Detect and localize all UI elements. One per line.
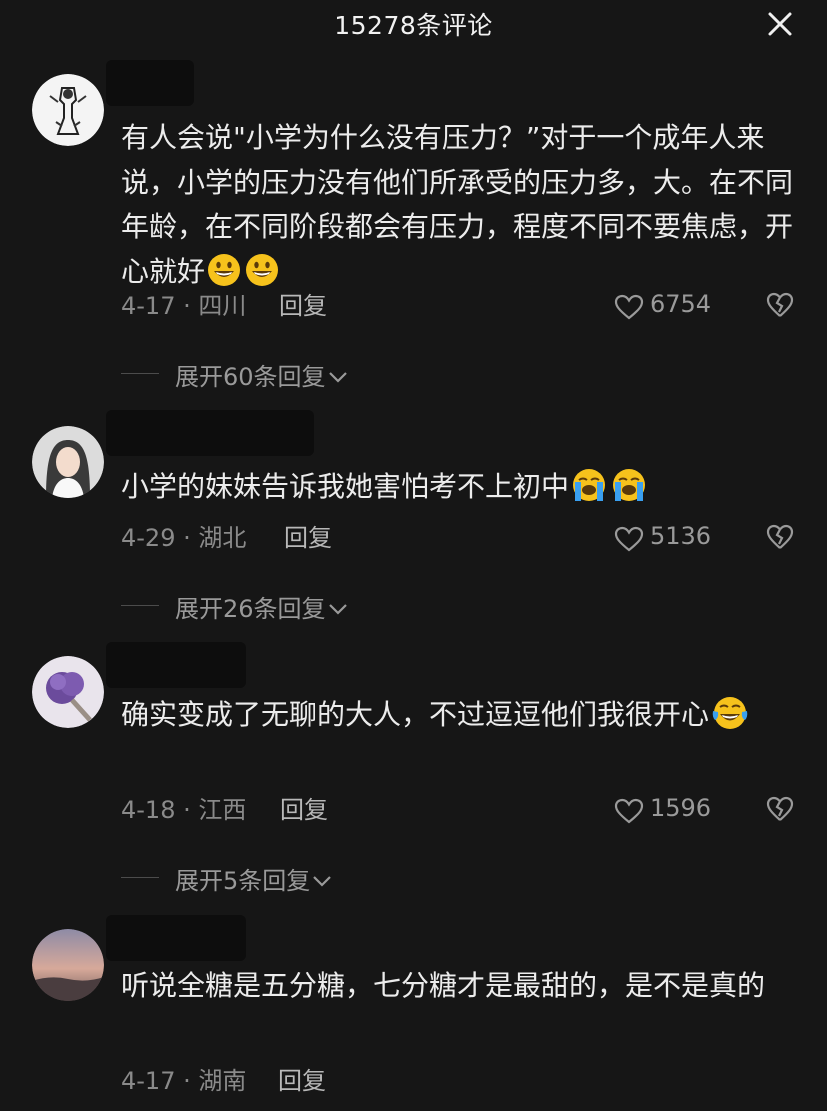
chevron-down-icon [328,372,347,383]
comment-item: 小学的妹妹告诉我她害怕考不上初中 4-29 · 湖北 回复 5136 展开26条… [0,410,827,630]
expand-replies-button[interactable]: 展开5条回复 [121,861,361,896]
chevron-down-icon [328,604,347,615]
expand-replies-label: 展开60条回复 [175,357,348,392]
reply-button[interactable]: 回复 [284,518,332,553]
grinning-face-icon [246,253,279,286]
divider-line [121,877,159,878]
avatar[interactable] [32,426,104,498]
reply-button[interactable]: 回复 [279,286,327,321]
comment-date-location: 4-17 · 湖南 [121,1067,247,1095]
comment-count-title: 15278条评论 [334,11,493,40]
like-count: 5136 [650,522,712,550]
comment-body: 确实变成了无聊的大人，不过逗逗他们我很开心 [121,698,710,731]
comment-date-location: 4-17 · 四川 [121,292,247,320]
heart-icon [614,526,644,552]
divider-line [121,605,159,606]
comment-meta: 4-17 · 湖南 回复 [121,1061,801,1095]
broken-heart-icon[interactable] [766,796,794,822]
expand-replies-button[interactable]: 展开60条回复 [121,357,381,392]
close-icon[interactable] [766,10,794,38]
heart-icon [614,798,644,824]
comment-item: 听说全糖是五分糖，七分糖才是最甜的，是不是真的 4-17 · 湖南 回复 [0,915,827,1111]
avatar[interactable] [32,74,104,146]
grinning-face-icon [208,253,241,286]
comment-item: 有人会说"小学为什么没有压力？”对于一个成年人来说，小学的压力没有他们所承受的压… [0,60,827,400]
divider-line [121,373,159,374]
expand-replies-label: 展开5条回复 [175,861,332,896]
comment-text: 听说全糖是五分糖，七分糖才是最甜的，是不是真的 [121,964,791,1009]
loudly-crying-face-icon [613,469,646,501]
comment-body: 小学的妹妹告诉我她害怕考不上初中 [121,470,570,503]
username-redacted [106,60,194,106]
loudly-crying-face-icon [573,469,606,501]
avatar[interactable] [32,929,104,1001]
broken-heart-icon[interactable] [766,524,794,550]
chevron-down-icon [313,876,332,887]
heart-icon [614,294,644,320]
reply-button[interactable]: 回复 [278,1061,326,1096]
expand-replies-text: 展开5条回复 [175,867,311,895]
comment-item: 确实变成了无聊的大人，不过逗逗他们我很开心 4-18 · 江西 回复 1596 … [0,642,827,902]
comments-header: 15278条评论 [0,0,827,50]
expand-replies-text: 展开60条回复 [175,363,326,391]
avatar[interactable] [32,656,104,728]
like-count: 6754 [650,290,712,318]
like-count: 1596 [650,794,712,822]
tears-of-joy-face-icon [712,697,748,729]
comment-body: 听说全糖是五分糖，七分糖才是最甜的，是不是真的 [121,969,766,1002]
username-redacted [106,410,314,456]
comment-date-location: 4-18 · 江西 [121,796,247,824]
comment-text: 有人会说"小学为什么没有压力？”对于一个成年人来说，小学的压力没有他们所承受的压… [121,116,801,294]
expand-replies-button[interactable]: 展开26条回复 [121,589,381,624]
reply-button[interactable]: 回复 [280,790,328,825]
comment-text: 确实变成了无聊的大人，不过逗逗他们我很开心 [121,693,781,738]
expand-replies-text: 展开26条回复 [175,595,326,623]
broken-heart-icon[interactable] [766,292,794,318]
comment-text: 小学的妹妹告诉我她害怕考不上初中 [121,465,801,510]
username-redacted [106,915,246,961]
comment-date-location: 4-29 · 湖北 [121,524,247,552]
username-redacted [106,642,246,688]
expand-replies-label: 展开26条回复 [175,589,348,624]
